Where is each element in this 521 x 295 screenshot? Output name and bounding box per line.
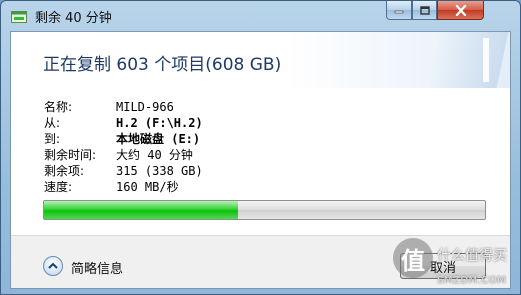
detail-value: 315 (338 GB) <box>116 164 203 178</box>
detail-label: 从: <box>44 116 61 130</box>
dialog-header: 正在复制 603 个项目(608 GB) <box>11 32 510 88</box>
toggle-details-label[interactable]: 简略信息 <box>71 258 123 277</box>
chevron-up-icon <box>48 262 58 269</box>
detail-row: 名称: MILD-966 <box>44 99 203 115</box>
copy-progress-bar <box>43 200 486 220</box>
watermark-logo-icon: 值 <box>393 238 433 278</box>
title-bar[interactable]: 剩余 40 分钟 <box>1 1 520 31</box>
detail-value: H.2 (F:\H.2) <box>116 116 203 130</box>
detail-value: 160 MB/秒 <box>116 180 179 194</box>
maximize-button[interactable] <box>412 1 437 20</box>
detail-label: 剩余时间: <box>44 148 97 162</box>
close-button[interactable] <box>437 1 484 20</box>
detail-value: 本地磁盘 (E:) <box>116 132 201 146</box>
detail-row: 到: 本地磁盘 (E:) <box>44 131 203 147</box>
window-title: 剩余 40 分钟 <box>35 11 112 26</box>
detail-label: 名称: <box>44 100 73 114</box>
copy-details: 名称: MILD-966 从: H.2 (F:\H.2) 到: 本地磁盘 (E:) 剩余时间… <box>44 99 203 195</box>
header-decoration-stripe <box>483 38 489 82</box>
maximize-icon <box>419 5 430 15</box>
minimize-button[interactable] <box>386 1 412 20</box>
site-watermark: 值 什么值得买 SMZDM.COM <box>393 238 521 295</box>
header-decoration <box>421 32 510 88</box>
detail-label: 到: <box>44 132 61 146</box>
watermark-site: SMZDM.COM <box>437 275 507 286</box>
detail-row: 剩余时间: 大约 40 分钟 <box>44 147 203 163</box>
close-icon <box>455 4 466 16</box>
toggle-details-button[interactable] <box>43 256 63 276</box>
copy-window-icon <box>11 11 27 23</box>
detail-row: 剩余项: 315 (338 GB) <box>44 163 203 179</box>
detail-label: 剩余项: <box>44 164 85 178</box>
watermark-text: 什么值得买 <box>437 248 507 264</box>
detail-label: 速度: <box>44 180 73 194</box>
detail-value: MILD-966 <box>116 100 174 114</box>
copy-status-title: 正在复制 603 个项目(608 GB) <box>43 55 282 75</box>
minimize-icon <box>394 10 404 14</box>
detail-row: 速度: 160 MB/秒 <box>44 179 203 195</box>
detail-row: 从: H.2 (F:\H.2) <box>44 115 203 131</box>
progress-fill <box>44 201 239 219</box>
detail-value: 大约 40 分钟 <box>116 148 193 162</box>
